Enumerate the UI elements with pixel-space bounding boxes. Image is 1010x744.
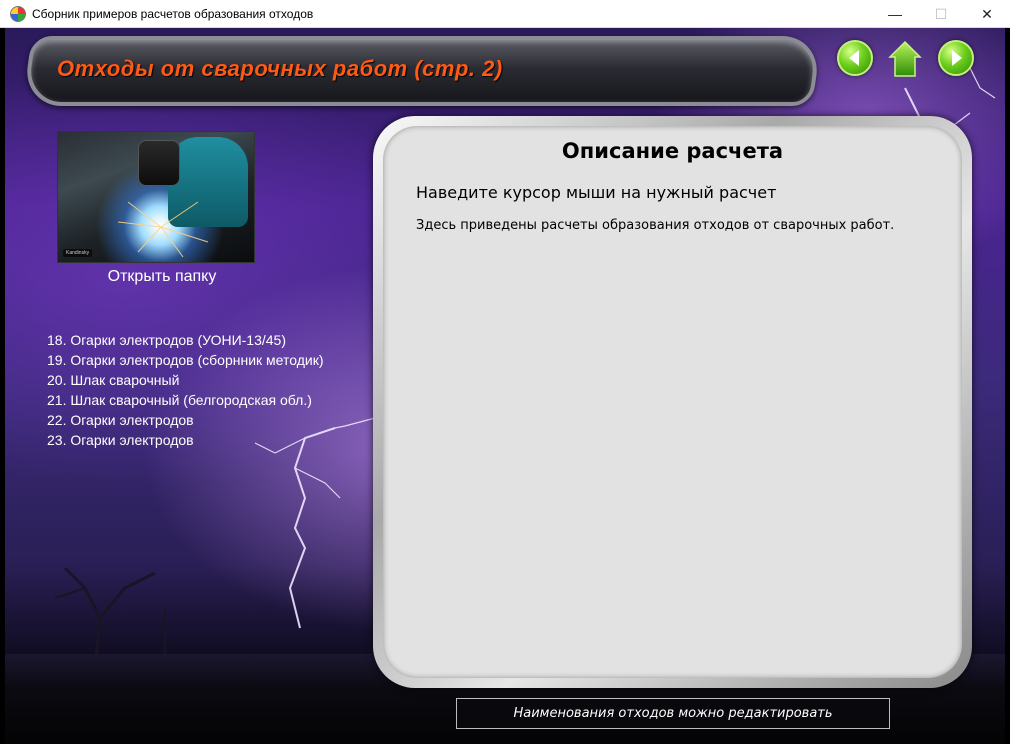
list-item[interactable]: 23. Огарки электродов: [47, 430, 324, 450]
open-folder-link[interactable]: Открыть папку: [57, 268, 267, 286]
description-subtitle: Наведите курсор мыши на нужный расчет: [416, 183, 777, 202]
window-controls: — ☐ ✕: [872, 0, 1010, 28]
home-icon[interactable]: [888, 40, 922, 78]
window-title: Сборник примеров расчетов образования от…: [32, 6, 314, 21]
description-heading: Описание расчета: [561, 139, 784, 163]
forward-button[interactable]: [938, 40, 974, 76]
list-item[interactable]: 20. Шлак сварочный: [47, 370, 324, 390]
arrow-left-icon: [849, 50, 859, 66]
description-text: Здесь приведены расчеты образования отхо…: [416, 218, 895, 233]
calculation-list: 18. Огарки электродов (УОНИ-13/45) 19. О…: [47, 330, 324, 450]
image-badge: Kandinsky: [63, 249, 93, 257]
list-item[interactable]: 22. Огарки электродов: [47, 410, 324, 430]
close-button[interactable]: ✕: [964, 0, 1010, 28]
footer-note: Наименования отходов можно редактировать: [456, 698, 890, 729]
list-item[interactable]: 21. Шлак сварочный (белгородская обл.): [47, 390, 324, 410]
app-client-area: Отходы от сварочных работ (стр. 2) Kandi…: [5, 28, 1005, 744]
window-titlebar: Сборник примеров расчетов образования от…: [0, 0, 1010, 28]
minimize-button[interactable]: —: [872, 0, 918, 28]
sparks-graphic: [117, 201, 209, 258]
maximize-button[interactable]: ☐: [918, 0, 964, 28]
back-button[interactable]: [837, 40, 873, 76]
list-item[interactable]: 19. Огарки электродов (сборнник методик): [47, 350, 324, 370]
app-icon: [10, 5, 26, 22]
list-item[interactable]: 18. Огарки электродов (УОНИ-13/45): [47, 330, 324, 350]
welding-image[interactable]: Kandinsky: [57, 131, 255, 263]
description-content: Описание расчета Наведите курсор мыши на…: [383, 126, 962, 678]
description-panel: Описание расчета Наведите курсор мыши на…: [373, 116, 972, 688]
page-title: Отходы от сварочных работ (стр. 2): [57, 56, 503, 81]
arrow-right-icon: [952, 50, 962, 66]
